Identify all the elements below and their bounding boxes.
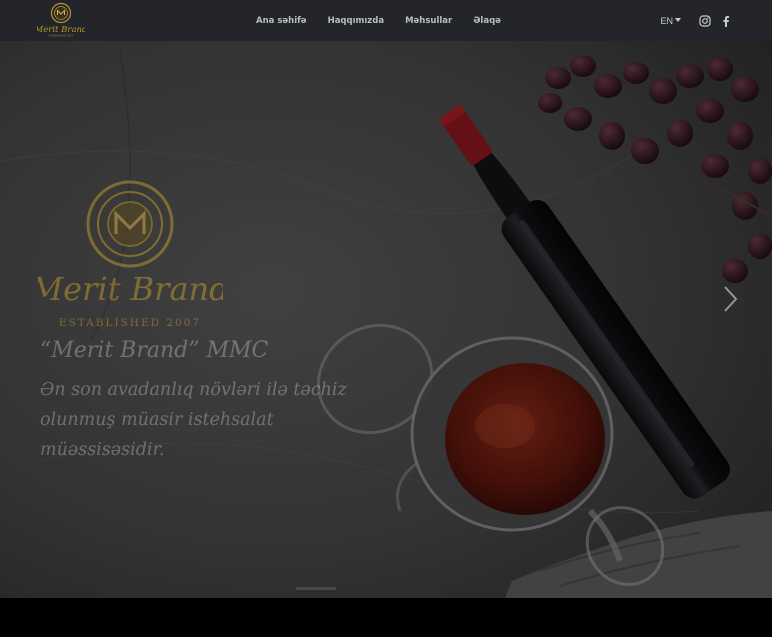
page-footer-strip bbox=[0, 598, 772, 637]
carousel-indicator[interactable] bbox=[296, 587, 336, 590]
hero-logo-established: ESTABLISHED 2007 bbox=[59, 317, 201, 329]
hero-logo-text: Merit Brand bbox=[38, 270, 223, 308]
chevron-right-icon[interactable] bbox=[718, 279, 744, 319]
nav-about[interactable]: Haqqımızda bbox=[328, 16, 384, 26]
language-label: EN bbox=[660, 15, 673, 26]
caret-down-icon bbox=[675, 17, 681, 22]
nav-right-group: EN bbox=[660, 0, 732, 41]
instagram-icon[interactable] bbox=[699, 14, 711, 27]
hero-carousel: Merit Brand ESTABLISHED 2007 “Merit Bran… bbox=[0, 41, 772, 598]
nav-contact[interactable]: Əlaqə bbox=[473, 16, 501, 26]
hero-brand-logo: Merit Brand ESTABLISHED 2007 bbox=[38, 180, 223, 329]
hero-title: “Merit Brand” MMC bbox=[40, 338, 269, 363]
facebook-icon[interactable] bbox=[720, 15, 732, 27]
main-nav: Ana səhifə Haqqımızda Məhsullar Əlaqə bbox=[256, 0, 522, 41]
merit-brand-logo[interactable]: Merit Brand ESTABLISHED 2007 bbox=[37, 2, 85, 38]
language-dropdown[interactable]: EN bbox=[660, 16, 681, 26]
top-navbar: Merit Brand ESTABLISHED 2007 Ana səhifə … bbox=[0, 0, 772, 41]
nav-home[interactable]: Ana səhifə bbox=[256, 16, 307, 26]
logo-established: ESTABLISHED 2007 bbox=[48, 34, 73, 38]
logo-text: Merit Brand bbox=[37, 25, 85, 35]
nav-products[interactable]: Məhsullar bbox=[405, 16, 452, 26]
hero-subtitle: Ən son avadanlıq növləri ilə təchiz olun… bbox=[40, 380, 347, 460]
